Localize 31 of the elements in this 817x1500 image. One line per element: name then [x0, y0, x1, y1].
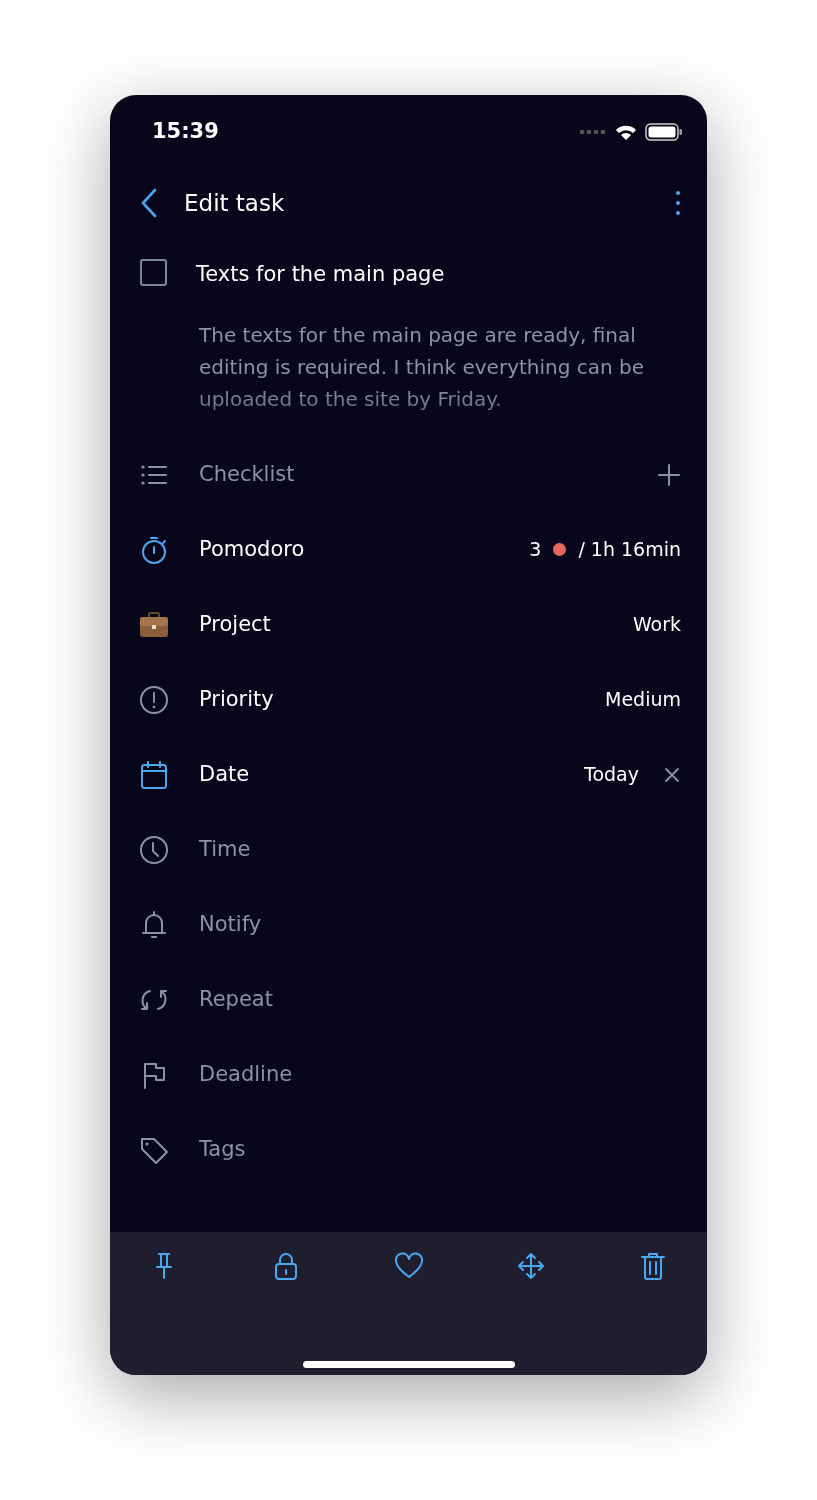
signal-icon [579, 129, 607, 135]
more-icon [675, 190, 681, 216]
status-time: 15:39 [152, 118, 219, 146]
pomodoro-count: 3 [529, 537, 542, 563]
field-value: Medium [605, 687, 681, 713]
clear-button[interactable] [663, 765, 681, 784]
wifi-icon [615, 124, 637, 140]
page-title: Edit task [184, 188, 285, 218]
field-label[interactable]: Pomodoro [199, 533, 305, 566]
field-label[interactable]: Tags [199, 1133, 246, 1166]
battery-icon [645, 123, 683, 141]
field-label[interactable]: Notify [199, 908, 262, 941]
task-checkbox[interactable] [140, 259, 167, 286]
field-label[interactable]: Repeat [199, 983, 273, 1016]
plus-icon [657, 462, 681, 487]
field-label[interactable]: Time [199, 833, 251, 866]
field-value: / 1h 16min [578, 537, 681, 563]
task-title: Texts for the main page [196, 261, 445, 288]
back-icon [140, 188, 158, 218]
close-icon [663, 765, 681, 784]
add-button[interactable] [657, 462, 681, 487]
field-label[interactable]: Date [199, 758, 250, 791]
task-description: The texts for the main page are ready, final editing is required. I think everything can be uploaded to the site by Friday. [198, 322, 646, 413]
back-button[interactable] [140, 188, 158, 218]
field-label[interactable]: Priority [199, 683, 274, 716]
field-value: Work [632, 612, 681, 638]
more-button[interactable] [675, 190, 681, 216]
field-label[interactable]: Deadline [199, 1058, 293, 1091]
field-label[interactable]: Checklist [199, 458, 295, 491]
field-value: Today [584, 762, 639, 788]
field-label[interactable]: Project [199, 608, 271, 641]
